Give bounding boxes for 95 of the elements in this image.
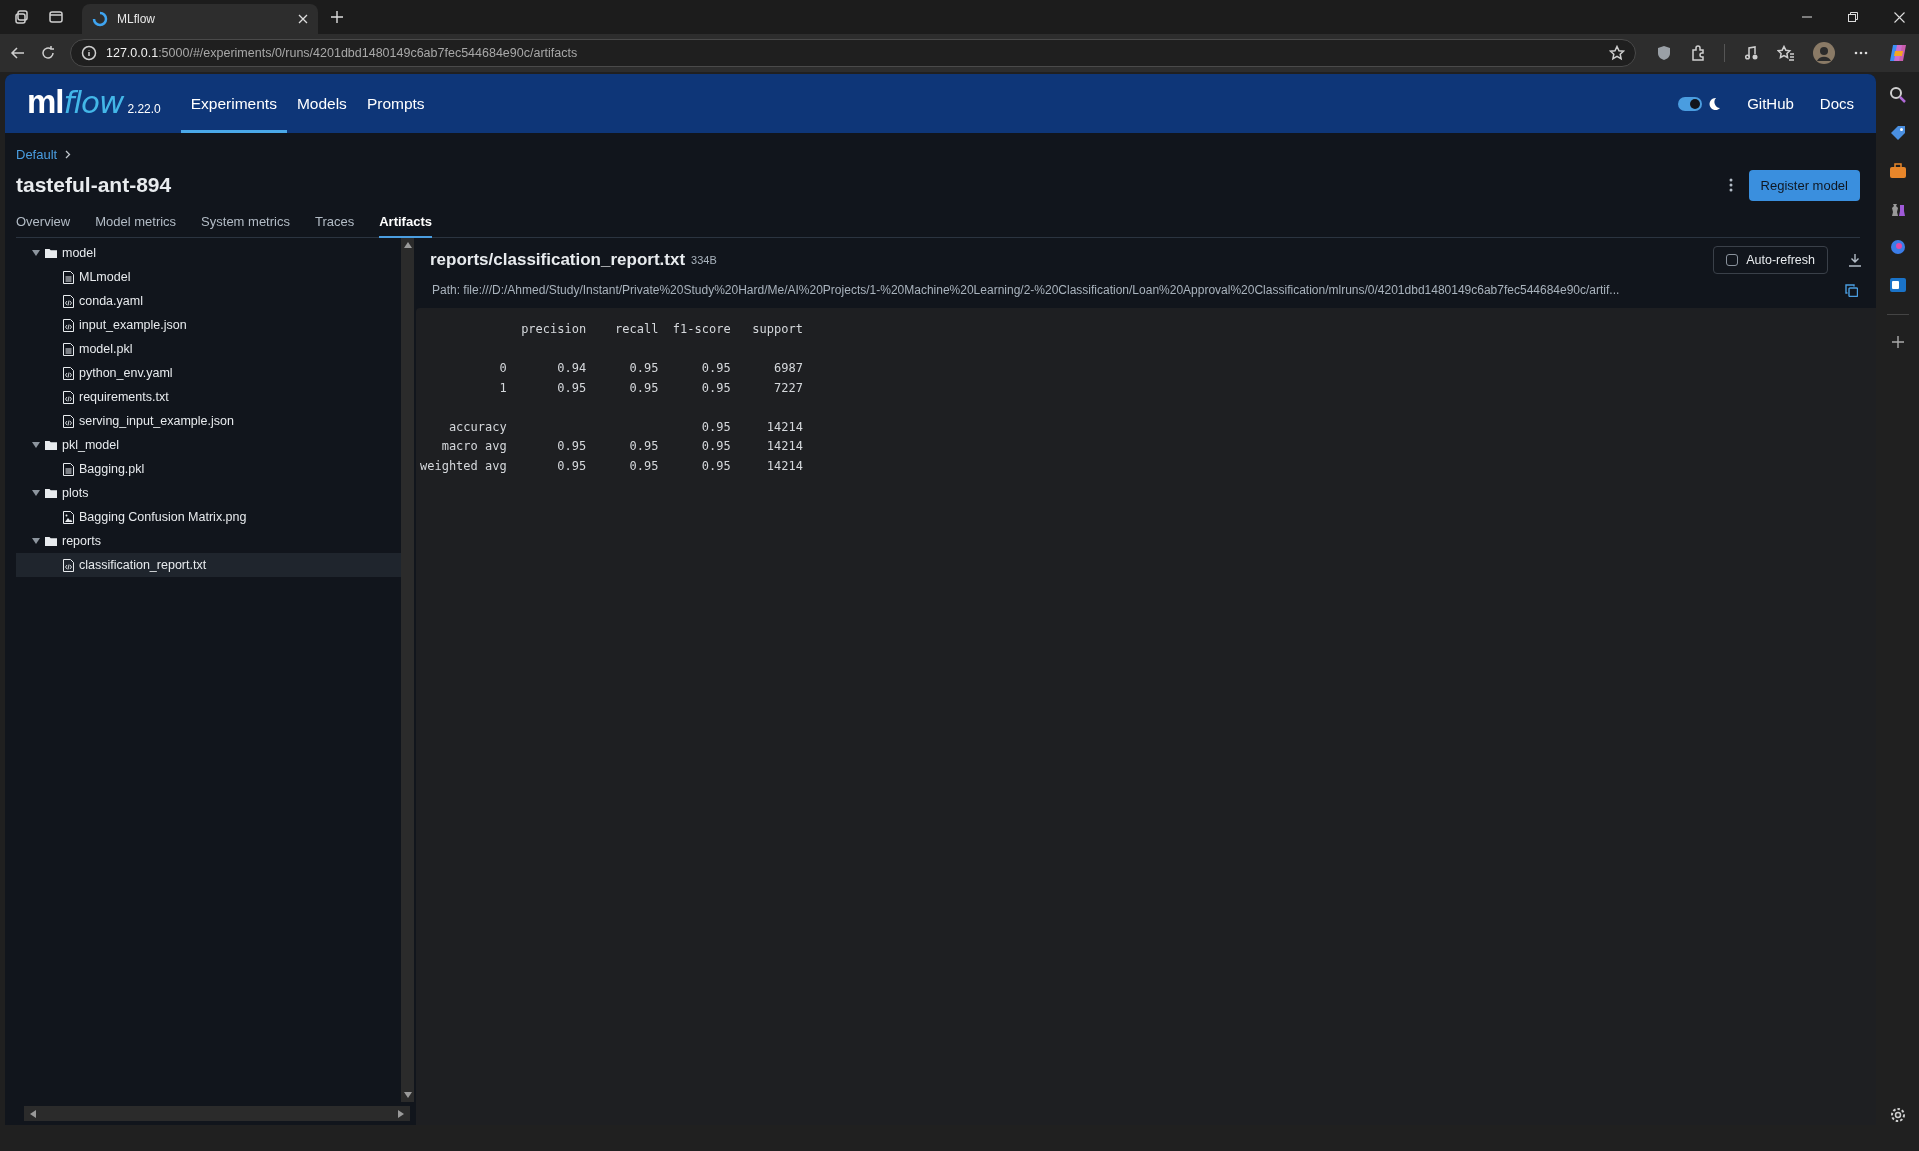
refresh-icon[interactable] <box>40 45 56 61</box>
download-icon[interactable] <box>1848 253 1862 267</box>
music-icon[interactable] <box>1743 45 1759 61</box>
scroll-left-icon[interactable] <box>30 1109 36 1118</box>
browser-tab[interactable]: MLflow <box>82 4 318 34</box>
header-link[interactable]: Docs <box>1819 95 1854 112</box>
favorites-icon[interactable] <box>1777 45 1795 61</box>
moon-icon <box>1707 96 1722 111</box>
caret-down-icon[interactable] <box>32 441 40 449</box>
tab[interactable]: Model metrics <box>95 214 177 238</box>
report-line: 0 0.94 0.95 0.95 6987 <box>498 360 803 377</box>
report-line: precision recall f1-score support <box>520 321 803 338</box>
folder-icon <box>45 536 57 546</box>
file-path-title: reports/classification_report.txt <box>430 250 686 270</box>
file-item[interactable]: serving_input_example.json <box>16 409 401 433</box>
plus-icon[interactable] <box>1890 335 1905 349</box>
mlflow-logo[interactable]: mlflow <box>27 82 124 125</box>
copilot-icon[interactable] <box>1887 42 1909 64</box>
file-item[interactable]: classification_report.txt <box>16 553 401 577</box>
auto-refresh-button[interactable]: Auto-refresh <box>1713 246 1828 274</box>
theme-toggle[interactable] <box>1678 96 1703 111</box>
code-file-icon <box>63 366 74 380</box>
url-text: 127.0.0.1:5000/#/experiments/0/runs/4201dbd1480149c6ab7fec544684e90c/artifacts <box>106 46 579 60</box>
file-item[interactable]: MLmodel <box>16 265 401 289</box>
file-size: 334B <box>691 254 717 266</box>
report-line: accuracy 0.95 14214 <box>447 418 803 436</box>
file-item[interactable]: input_example.json <box>16 313 401 337</box>
tab[interactable]: Overview <box>16 214 71 238</box>
folder-item[interactable]: reports <box>16 529 401 553</box>
run-title: tasteful-ant-894 <box>16 173 173 197</box>
briefcase-icon[interactable] <box>1888 162 1907 180</box>
folder-item[interactable]: model <box>16 241 401 265</box>
code-file-icon <box>63 558 74 572</box>
file-item[interactable]: Bagging Confusion Matrix.png <box>16 505 401 529</box>
sidebar-icon[interactable] <box>48 9 64 25</box>
code-file-icon <box>63 318 74 332</box>
restore-icon[interactable] <box>1848 12 1858 22</box>
shield-icon[interactable] <box>1656 45 1672 61</box>
file-item[interactable]: python_env.yaml <box>16 361 401 385</box>
star-icon[interactable] <box>1609 45 1625 61</box>
file-item[interactable]: requirements.txt <box>16 385 401 409</box>
avatar-icon[interactable] <box>1813 42 1835 64</box>
tab[interactable]: System metrics <box>201 214 290 238</box>
info-icon[interactable] <box>81 45 97 61</box>
kebab-menu-icon[interactable] <box>1728 178 1733 192</box>
file-item[interactable]: model.pkl <box>16 337 401 361</box>
document-icon <box>63 270 74 284</box>
folder-icon <box>45 248 57 258</box>
address-bar[interactable]: 127.0.0.1:5000/#/experiments/0/runs/4201dbd1480149c6ab7fec544684e90c/artifacts <box>70 39 1636 67</box>
report-line: 1 0.95 0.95 0.95 7227 <box>498 379 803 397</box>
vertical-scrollbar[interactable] <box>401 238 414 1102</box>
caret-down-icon[interactable] <box>32 537 40 545</box>
file-item[interactable]: Bagging.pkl <box>16 457 401 481</box>
back-icon[interactable] <box>10 45 26 61</box>
header-link[interactable]: GitHub <box>1747 95 1794 112</box>
folder-item[interactable]: pkl_model <box>16 433 401 457</box>
nav-tab[interactable]: Experiments <box>180 74 287 133</box>
scroll-right-icon[interactable] <box>398 1109 404 1118</box>
mail-icon[interactable] <box>1888 276 1907 294</box>
code-file-icon <box>63 294 74 308</box>
version-label: 2.22.0 <box>127 101 161 116</box>
copy-icon[interactable] <box>1845 283 1858 297</box>
report-line: weighted avg 0.95 0.95 0.95 14214 <box>420 457 803 475</box>
folder-icon <box>45 440 57 450</box>
document-icon <box>63 342 74 356</box>
tab-actions-icon[interactable] <box>14 9 30 25</box>
caret-down-icon[interactable] <box>32 249 40 257</box>
code-file-icon <box>63 414 74 428</box>
loading-icon <box>92 11 108 27</box>
register-model-button[interactable]: Register model <box>1748 169 1860 201</box>
app-icon[interactable] <box>1888 238 1907 256</box>
caret-down-icon[interactable] <box>32 489 40 497</box>
nav-tab[interactable]: Prompts <box>356 74 435 133</box>
code-file-icon <box>63 390 74 404</box>
horizontal-scrollbar[interactable] <box>24 1106 410 1121</box>
breadcrumb-link[interactable]: Default <box>16 147 58 162</box>
scroll-down-icon[interactable] <box>403 1092 412 1098</box>
scroll-up-icon[interactable] <box>403 242 412 248</box>
report-line: macro avg 0.95 0.95 0.95 14214 <box>440 438 803 455</box>
file-item[interactable]: conda.yaml <box>16 289 401 313</box>
puzzle-icon[interactable] <box>1690 45 1706 61</box>
checkbox[interactable] <box>1726 254 1739 266</box>
close-icon[interactable] <box>298 14 308 24</box>
settings-icon[interactable] <box>1889 1107 1906 1123</box>
document-icon <box>63 462 74 476</box>
folder-item[interactable]: plots <box>16 481 401 505</box>
artifact-path: Path: file:///D:/Ahmed/Study/Instant/Private%20Study%20Hard/Me/AI%20Projects/1-%20Machine%20Learning/2-%20Classification/Loan%20Approval%20Classification/mlruns/0/4201dbd1480149c6ab7fec544684e90c/artif... <box>432 283 1621 297</box>
tab[interactable]: Traces <box>314 214 355 238</box>
search-icon[interactable] <box>1888 86 1907 104</box>
nav-tab[interactable]: Models <box>286 74 357 133</box>
folder-icon <box>45 488 57 498</box>
image-file-icon <box>63 510 74 524</box>
close-icon[interactable] <box>1894 11 1905 23</box>
new-tab-icon[interactable] <box>330 10 344 24</box>
chevron-right-icon <box>65 150 72 159</box>
